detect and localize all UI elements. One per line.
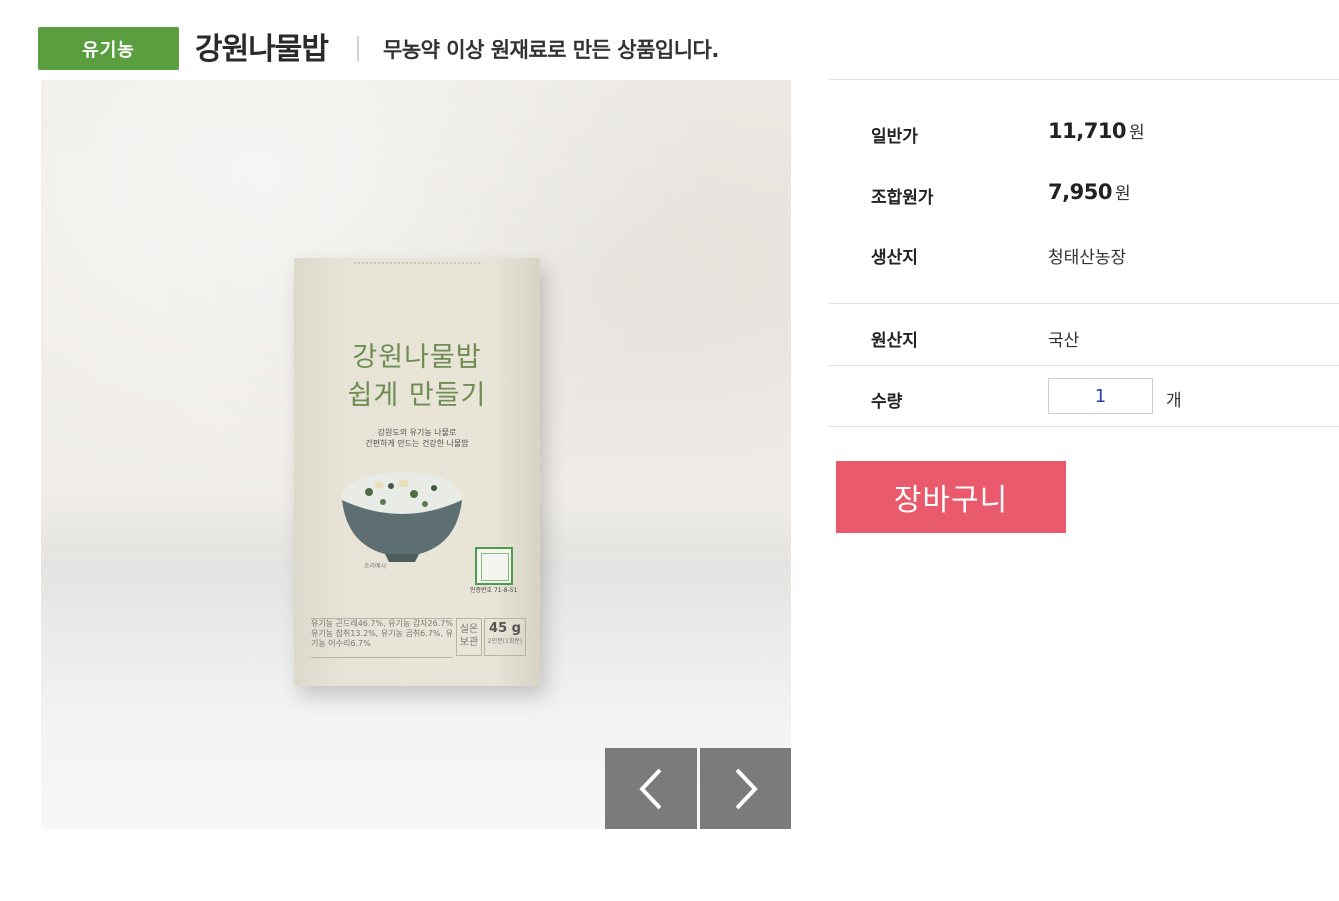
prev-image-button[interactable]	[605, 748, 697, 829]
chevron-right-icon	[735, 768, 758, 809]
product-subtitle: 무농약 이상 원재료로 만든 상품입니다.	[383, 38, 719, 62]
producer-value: 청태산농장	[1048, 248, 1127, 268]
member-price-value: 7,950	[1048, 180, 1112, 204]
next-image-button[interactable]	[700, 748, 791, 829]
ingredients-text: 유기농 곤드레46.7%, 유기농 감자26.7% 유기농 참취13.2%, 유…	[311, 618, 453, 658]
regular-price-label: 일반가	[871, 127, 918, 147]
package-desc-line1: 강원도의 유기농 나물로	[377, 428, 457, 437]
quantity-label: 수량	[871, 392, 903, 412]
regular-price-value: 11,710	[1048, 119, 1127, 143]
title-divider	[357, 36, 359, 62]
regular-price: 11,710 원	[1048, 118, 1145, 143]
chevron-left-icon	[639, 768, 662, 809]
weight-value: 45 g	[489, 621, 521, 636]
origin-divider	[829, 365, 1339, 366]
origin-value: 국산	[1048, 331, 1080, 351]
quantity-unit: 개	[1166, 391, 1182, 411]
product-title: 강원나물밥	[195, 32, 329, 67]
package-title-line2: 쉽게 만들기	[347, 380, 487, 411]
package-desc-line2: 간편하게 만드는 건강한 나물밥	[365, 439, 469, 448]
regular-price-currency: 원	[1129, 123, 1145, 143]
serving-example-note: 조리예시	[364, 563, 387, 570]
organic-cert-mark	[475, 547, 513, 585]
product-image: 강원나물밥 쉽게 만들기 강원도의 유기농 나물로 간편하게 만드는 건강한 나…	[41, 80, 791, 829]
quantity-divider	[829, 426, 1339, 427]
origin-label: 원산지	[871, 331, 918, 351]
member-price: 7,950 원	[1048, 179, 1131, 204]
weight-sub: 2인분(1회분)	[487, 638, 523, 645]
rice-bowl-illustration	[342, 472, 462, 562]
info-top-divider	[829, 79, 1339, 80]
product-header: 유기농 강원나물밥 무농약 이상 원재료로 만든 상품입니다.	[0, 0, 1339, 80]
quantity-input[interactable]	[1048, 378, 1153, 414]
member-price-label: 조합원가	[871, 188, 934, 208]
product-package: 강원나물밥 쉽게 만들기 강원도의 유기농 나물로 간편하게 만드는 건강한 나…	[294, 258, 540, 686]
package-top-print	[354, 262, 480, 272]
producer-label: 생산지	[871, 248, 918, 268]
member-price-currency: 원	[1114, 184, 1131, 204]
package-title-line1: 강원나물밥	[352, 342, 482, 373]
add-to-cart-button[interactable]: 장바구니	[836, 461, 1066, 533]
organic-badge: 유기농	[38, 27, 179, 70]
info-mid-divider	[829, 303, 1339, 304]
storage-text: 실온 보관	[456, 618, 482, 656]
weight-box: 45 g 2인분(1회분)	[484, 618, 526, 656]
cert-number: 인증번호 71-8-51	[470, 587, 518, 594]
